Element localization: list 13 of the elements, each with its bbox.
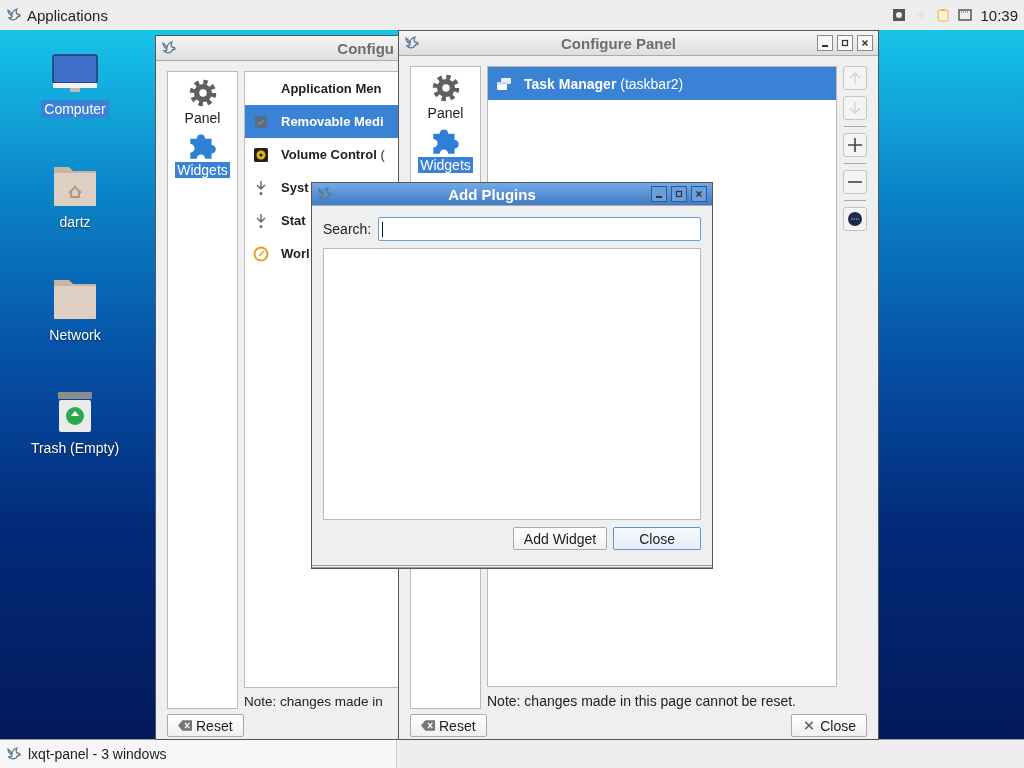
note-text: Note: changes made in	[244, 694, 384, 709]
widget-name: Removable Medi	[281, 114, 384, 129]
search-label: Search:	[323, 221, 372, 237]
note-text: Note: changes made in this page cannot be reset.	[487, 693, 797, 709]
window-title: Add Plugins	[447, 185, 537, 203]
widget-name: Task Manager (taskbar2)	[524, 75, 684, 92]
widget-name: Syst	[281, 180, 309, 195]
window-title: Configure Panel	[560, 34, 677, 52]
widget-name: Volume Control (	[281, 147, 385, 162]
window-title: Configu	[336, 39, 394, 57]
widget-name: Worl	[281, 246, 310, 261]
widget-name: Stat	[281, 213, 306, 228]
widget-name: Application Men	[281, 81, 382, 96]
